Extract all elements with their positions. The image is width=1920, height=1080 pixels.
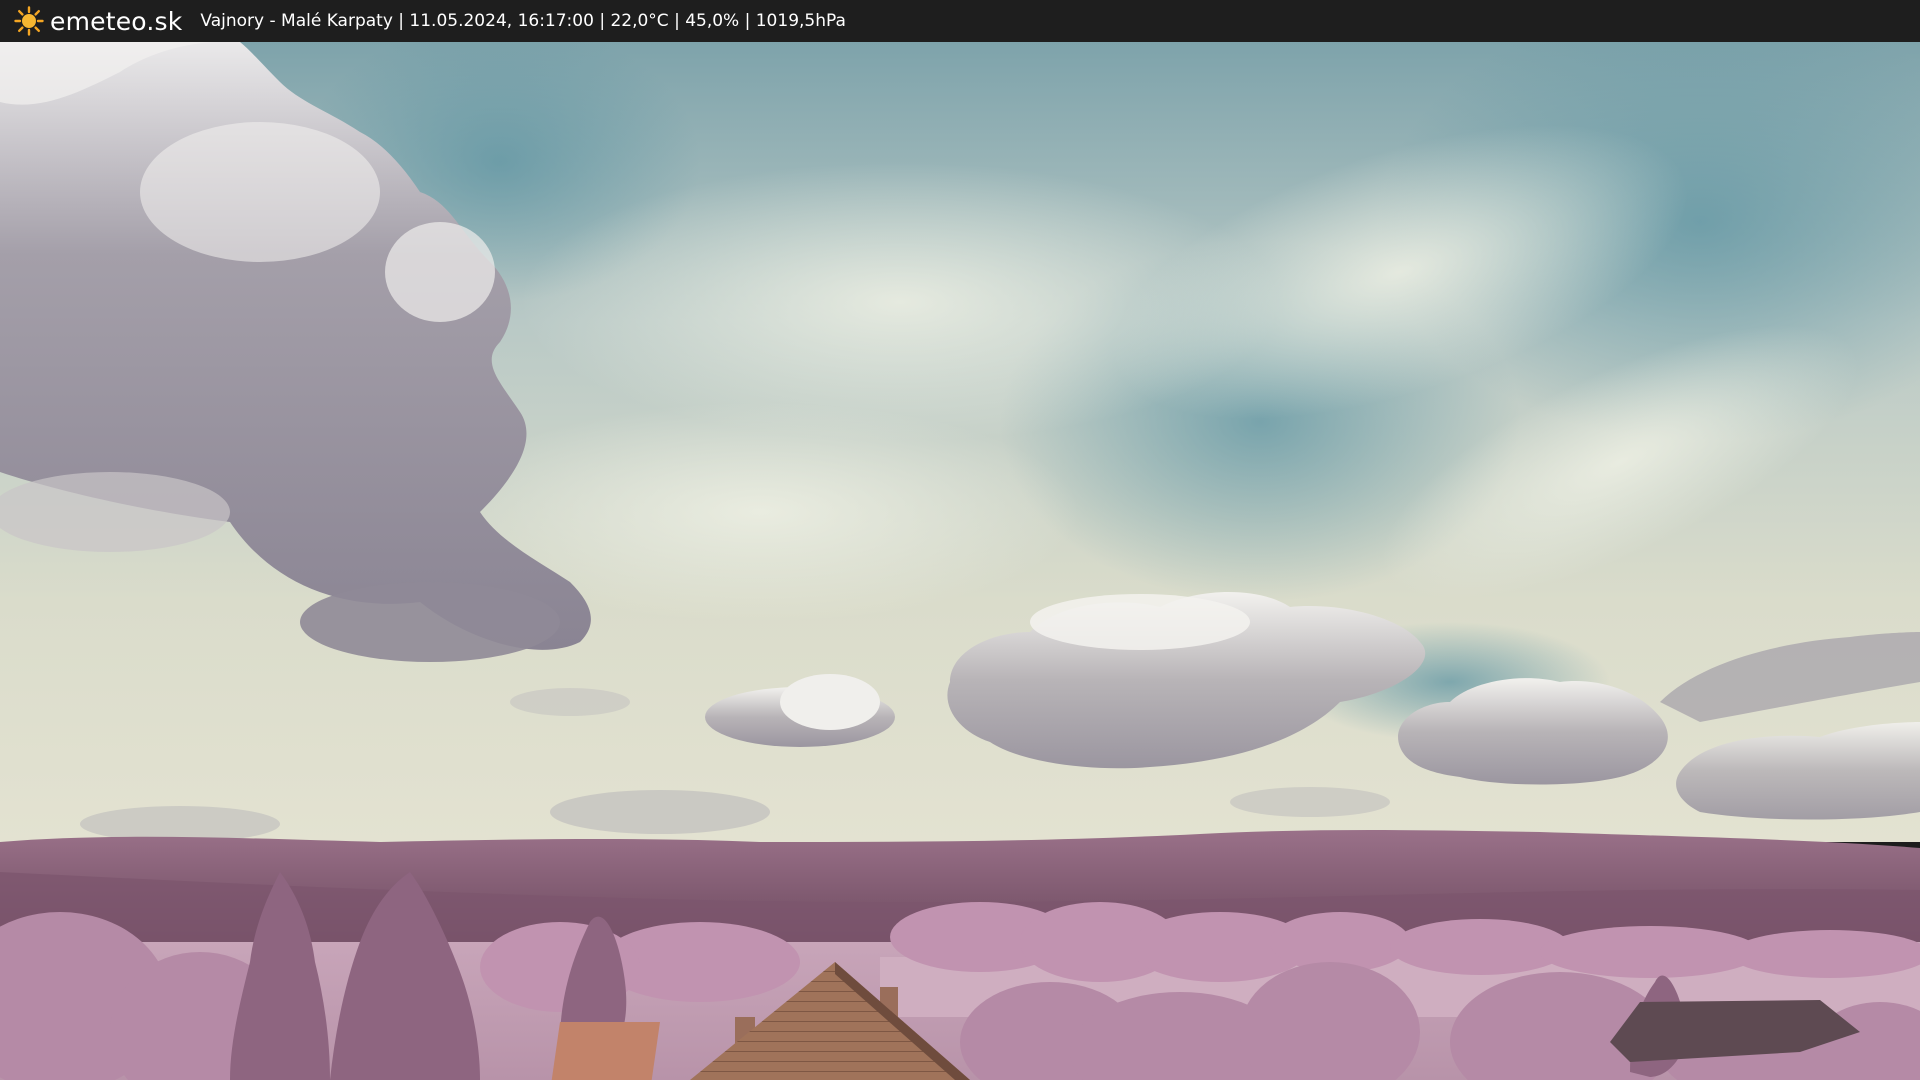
site-logo[interactable]: emeteo.sk xyxy=(14,6,182,36)
webcam-image xyxy=(0,42,1920,1080)
brand-name: emeteo.sk xyxy=(50,6,183,36)
webcam-caption: Vajnory - Malé Karpaty | 11.05.2024, 16:… xyxy=(200,11,846,31)
header-bar: emeteo.sk Vajnory - Malé Karpaty | 11.05… xyxy=(0,0,1920,42)
sun-icon xyxy=(14,6,44,36)
